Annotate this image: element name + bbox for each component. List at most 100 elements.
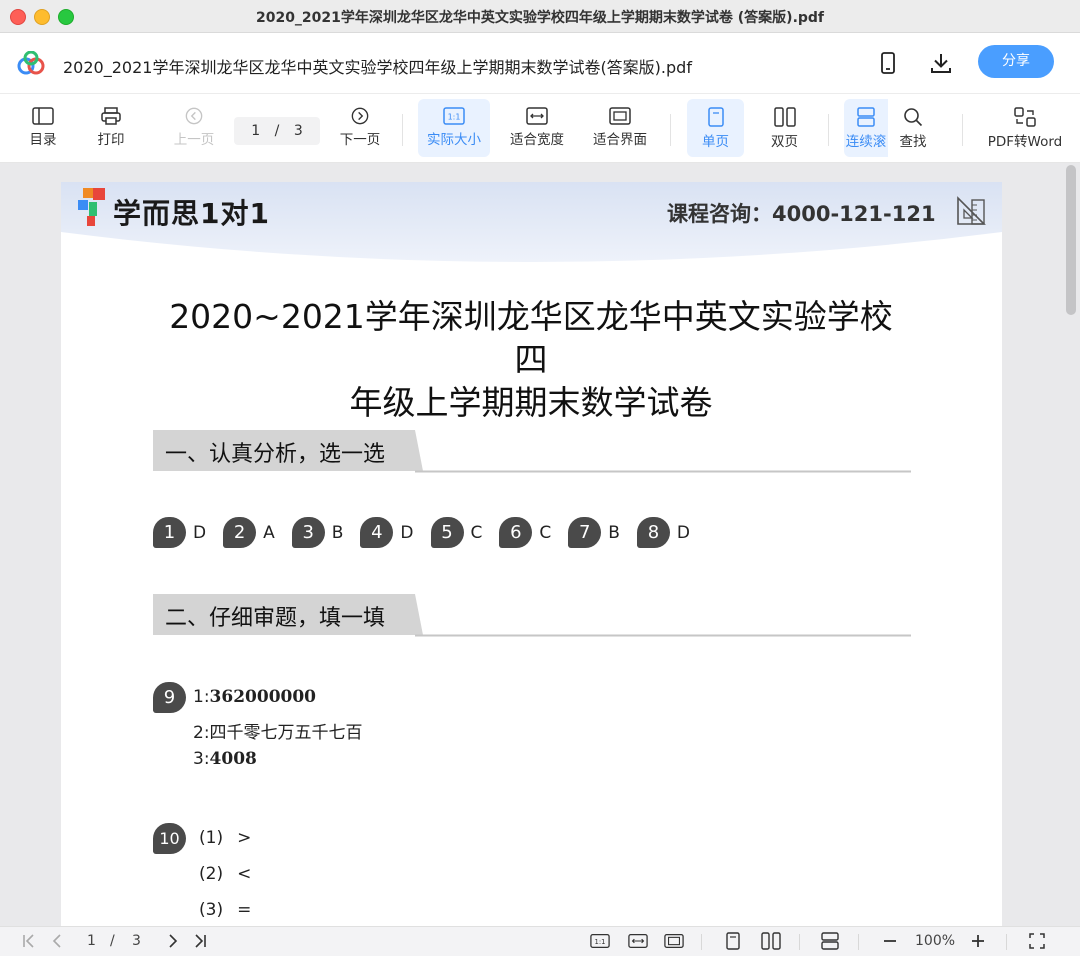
line-value: 4008 — [209, 749, 257, 769]
single-page-button[interactable]: 单页 — [687, 99, 744, 157]
answer-value: D — [400, 522, 414, 543]
total-pages: 3 — [293, 123, 303, 139]
item-label: (3) — [199, 900, 224, 920]
document-viewport[interactable]: 学而思1对1 课程咨询：4000-121-121 2020~2021学年深圳龙华… — [0, 163, 1080, 926]
comparison-item: (1) > — [199, 828, 251, 848]
toolbar-divider — [402, 114, 403, 146]
line-value: 四千零七万五千七百 — [209, 723, 363, 743]
comparison-item: (3) = — [199, 900, 251, 920]
prev-page-icon[interactable] — [49, 932, 67, 950]
line-prefix: 2: — [193, 723, 210, 743]
fullscreen-icon[interactable] — [1028, 932, 1046, 950]
section-heading-2: 二、仔细审题，填一填 — [153, 594, 911, 638]
single-page-icon[interactable] — [725, 932, 741, 950]
answer-list: 1D 2A 3B 4D 5C 6C 7B 8D — [153, 517, 707, 548]
answer-item: 7B — [568, 517, 620, 548]
double-page-button[interactable]: 双页 — [757, 99, 812, 157]
printer-icon — [101, 107, 121, 125]
answer-item: 3B — [291, 517, 343, 548]
question-number-badge: 6 — [499, 517, 533, 548]
answer-item: 5C — [430, 517, 483, 548]
fit-width-label: 适合宽度 — [510, 132, 564, 148]
fit-width-button[interactable]: 适合宽度 — [504, 99, 570, 157]
answer-value: D — [676, 522, 691, 543]
item-symbol: < — [237, 864, 252, 884]
file-name: 2020_2021学年深圳龙华区龙华中英文实验学校四年级上学期期末数学试卷(答案… — [63, 58, 692, 77]
next-page-icon[interactable] — [163, 932, 181, 950]
answer-value: C — [539, 522, 552, 543]
continuous-scroll-button[interactable]: 连续滚 — [844, 99, 888, 157]
actual-size-icon[interactable]: 1:1 — [590, 932, 610, 950]
find-button[interactable]: 查找 — [888, 99, 938, 157]
status-divider — [701, 934, 702, 950]
continuous-scroll-label: 连续滚 — [845, 134, 887, 150]
first-page-icon[interactable] — [20, 932, 38, 950]
status-bar: 1 / 3 1:1 100% — [0, 926, 1080, 956]
comparison-item: (2) < — [199, 864, 251, 884]
find-label: 查找 — [899, 134, 927, 150]
zoom-level[interactable]: 100% — [915, 933, 955, 949]
continuous-scroll-icon — [857, 107, 875, 127]
vertical-scrollbar[interactable] — [1066, 165, 1076, 315]
double-page-label: 双页 — [771, 134, 798, 150]
pdf-to-word-label: PDF转Word — [987, 134, 1063, 150]
page-number-input[interactable]: 1 / 3 — [234, 117, 320, 145]
question-number-badge: 8 — [636, 517, 670, 548]
section-title: 一、认真分析，选一选 — [165, 442, 386, 467]
fit-width-icon — [526, 107, 548, 125]
zoom-in-icon[interactable] — [969, 932, 987, 950]
answer-item: 8D — [636, 517, 691, 548]
prev-page-label: 上一页 — [173, 132, 215, 148]
toc-icon — [32, 107, 54, 125]
answer-value: B — [608, 522, 620, 543]
toc-button[interactable]: 目录 — [18, 99, 68, 157]
title-line-2: 年级上学期期末数学试卷 — [349, 383, 713, 422]
question-number-badge: 9 — [153, 682, 186, 713]
continuous-scroll-icon[interactable] — [820, 932, 840, 950]
pdf-to-word-button[interactable]: PDF转Word — [982, 99, 1068, 157]
answer-item: 1D — [153, 517, 206, 548]
toc-label: 目录 — [29, 132, 57, 148]
svg-text:1:1: 1:1 — [448, 113, 461, 122]
answer-line: 1:362000000 — [193, 687, 316, 707]
actual-size-icon: 1:1 — [443, 107, 465, 125]
hotline-text: 课程咨询：4000-121-121 — [667, 202, 936, 226]
svg-text:1:1: 1:1 — [595, 938, 606, 946]
answer-line: 3:4008 — [193, 749, 257, 769]
item-symbol: = — [237, 900, 252, 920]
app-logo-icon — [17, 51, 45, 75]
answer-value: A — [263, 522, 275, 543]
answer-value: C — [470, 522, 483, 543]
toolbar: 目录 打印 上一页 1 / 3 下一页 1:1 实际大小 适合宽度 适合界面 单… — [0, 94, 1080, 163]
status-divider — [858, 934, 859, 950]
status-current-page[interactable]: 1 — [87, 933, 96, 949]
double-page-icon[interactable] — [761, 932, 781, 950]
actual-size-button[interactable]: 1:1 实际大小 — [418, 99, 490, 157]
status-page-separator: / — [110, 933, 115, 949]
question-number-badge: 1 — [153, 517, 186, 548]
status-total-pages: 3 — [132, 933, 141, 949]
zoom-out-icon[interactable] — [881, 932, 899, 950]
fit-page-button[interactable]: 适合界面 — [587, 99, 653, 157]
fit-width-icon[interactable] — [628, 932, 648, 950]
next-page-button[interactable]: 下一页 — [333, 99, 387, 157]
print-button[interactable]: 打印 — [86, 99, 136, 157]
download-icon[interactable] — [929, 51, 953, 75]
share-button[interactable]: 分享 — [978, 45, 1054, 78]
last-page-icon[interactable] — [191, 932, 209, 950]
status-divider — [1006, 934, 1007, 950]
line-prefix: 3: — [193, 749, 210, 769]
question-number-badge: 10 — [153, 823, 186, 854]
app-header: 2020_2021学年深圳龙华区龙华中英文实验学校四年级上学期期末数学试卷(答案… — [0, 33, 1080, 94]
phone-icon[interactable] — [876, 51, 900, 75]
answer-item: 4D — [360, 517, 414, 548]
chevron-left-circle-icon — [185, 107, 203, 125]
convert-icon — [1014, 107, 1036, 127]
prev-page-button[interactable]: 上一页 — [165, 99, 223, 157]
window-title: 2020_2021学年深圳龙华区龙华中英文实验学校四年级上学期期末数学试卷 (答… — [255, 10, 825, 26]
answer-item: 6C — [499, 517, 551, 548]
answer-value: D — [193, 522, 207, 543]
fit-page-icon[interactable] — [664, 932, 684, 950]
section-title: 二、仔细审题，填一填 — [165, 606, 386, 631]
toolbar-divider — [962, 114, 963, 146]
